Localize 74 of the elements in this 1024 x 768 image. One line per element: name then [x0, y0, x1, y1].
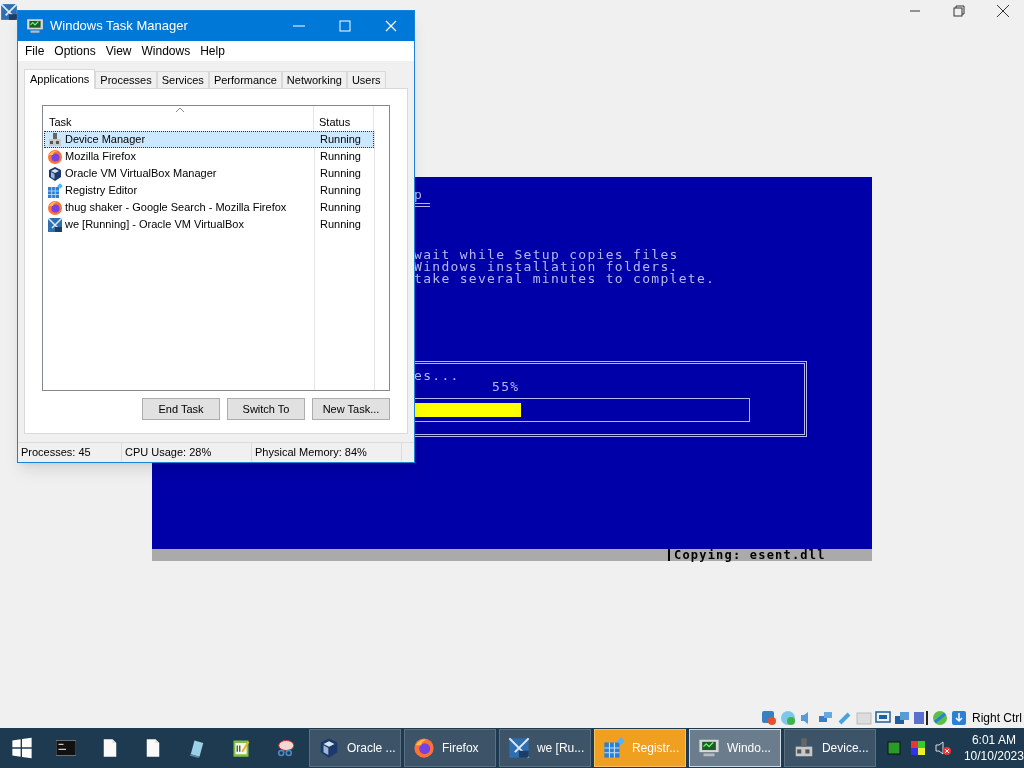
muted-speaker-icon[interactable] [933, 740, 952, 756]
host-key-label: Right Ctrl [972, 710, 1022, 727]
task-name: Device Manager [65, 132, 146, 148]
cube-icon [47, 165, 63, 182]
tab[interactable]: Services [156, 71, 209, 88]
virtual-machine-icon[interactable] [0, 3, 18, 21]
monitor-icon [26, 17, 44, 35]
task-name: we [Running] - Oracle VM VirtualBox [65, 217, 244, 233]
menu-item[interactable]: File [20, 42, 50, 60]
tab[interactable]: Users [346, 71, 386, 88]
setup-message: take several minutes to complete. [414, 273, 716, 285]
tab[interactable]: Networking [281, 71, 347, 88]
menu-item[interactable]: Help [195, 42, 230, 60]
setup-message: wait while Setup copies files [414, 249, 679, 261]
tab[interactable]: Performance [208, 71, 282, 88]
windows-stack-icon[interactable] [894, 710, 910, 726]
task-row[interactable]: Device Manager Running [44, 131, 374, 148]
taskbar-button[interactable]: Windo... [688, 729, 781, 767]
registry-grid-icon [47, 182, 63, 199]
taskbar-button[interactable]: Oracle ... [308, 729, 401, 767]
task-name: thug shaker - Google Search - Mozilla Firefox [65, 200, 287, 216]
dialog-button[interactable]: New Task... [312, 398, 390, 420]
menu-item[interactable]: Windows [136, 42, 196, 60]
chip-icon[interactable] [885, 740, 902, 756]
monitor-icon [697, 737, 720, 759]
task-row[interactable]: Oracle VM VirtualBox Manager Running [44, 165, 374, 182]
status-bar-field: Processes: 45 [18, 443, 122, 462]
menu-item[interactable]: Options [49, 42, 101, 60]
color-grid-icon[interactable] [909, 740, 926, 756]
progress-caption: es... [414, 370, 460, 382]
task-status: Running [319, 149, 361, 165]
text-editor-icon[interactable] [231, 738, 252, 758]
registry-grid-icon [602, 737, 625, 759]
task-row[interactable]: Mozilla Firefox Running [44, 148, 374, 165]
task-name: Registry Editor [65, 183, 138, 199]
tab[interactable]: Processes [95, 71, 157, 88]
recording-icon[interactable] [913, 710, 929, 726]
fox-globe-icon [47, 199, 63, 216]
display-icon[interactable] [875, 710, 891, 726]
tab[interactable]: Applications [24, 69, 96, 89]
close-icon[interactable] [994, 2, 1012, 20]
restore-icon[interactable] [950, 2, 968, 20]
dialog-button[interactable]: End Task [142, 398, 220, 420]
task-status: Running [319, 132, 361, 148]
task-status: Running [319, 183, 361, 199]
task-status: Running [319, 166, 361, 182]
status-bar-field: Physical Memory: 84% [252, 443, 402, 462]
virtual-machine-icon [507, 737, 530, 759]
task-status: Running [319, 200, 361, 216]
progress-percent: 55% [492, 381, 520, 393]
download-icon[interactable] [951, 710, 967, 726]
status-bar-field: CPU Usage: 28% [122, 443, 252, 462]
task-name: Oracle VM VirtualBox Manager [65, 166, 217, 182]
task-row[interactable]: thug shaker - Google Search - Mozilla Firefox Running [44, 199, 374, 216]
start-icon[interactable] [10, 737, 33, 759]
task-status: Running [319, 217, 361, 233]
taskbar-button[interactable]: we [Ru... [498, 729, 591, 767]
console-icon[interactable] [55, 738, 76, 758]
clock[interactable]: 6:01 AM 10/10/2023 [963, 732, 1024, 764]
task-row[interactable]: Registry Editor Running [44, 182, 374, 199]
menu-item[interactable]: View [100, 42, 137, 60]
task-name: Mozilla Firefox [65, 149, 136, 165]
setup-message: Windows installation folders. [414, 261, 679, 273]
taskbar-button[interactable]: Firefox [403, 729, 496, 767]
task-row[interactable]: we [Running] - Oracle VM VirtualBox Running [44, 216, 374, 233]
taskbar-button[interactable]: Device... [783, 729, 876, 767]
dialog-button[interactable]: Switch To [227, 398, 305, 420]
setup-status-text: Copying: esent.dll [668, 549, 826, 561]
virtual-machine-icon [47, 216, 63, 233]
device-icon [47, 131, 63, 148]
fox-globe-icon [412, 737, 435, 759]
window-title: Windows Task Manager [50, 17, 189, 36]
setup-heading: p [414, 189, 424, 201]
fox-globe-icon [47, 148, 63, 165]
